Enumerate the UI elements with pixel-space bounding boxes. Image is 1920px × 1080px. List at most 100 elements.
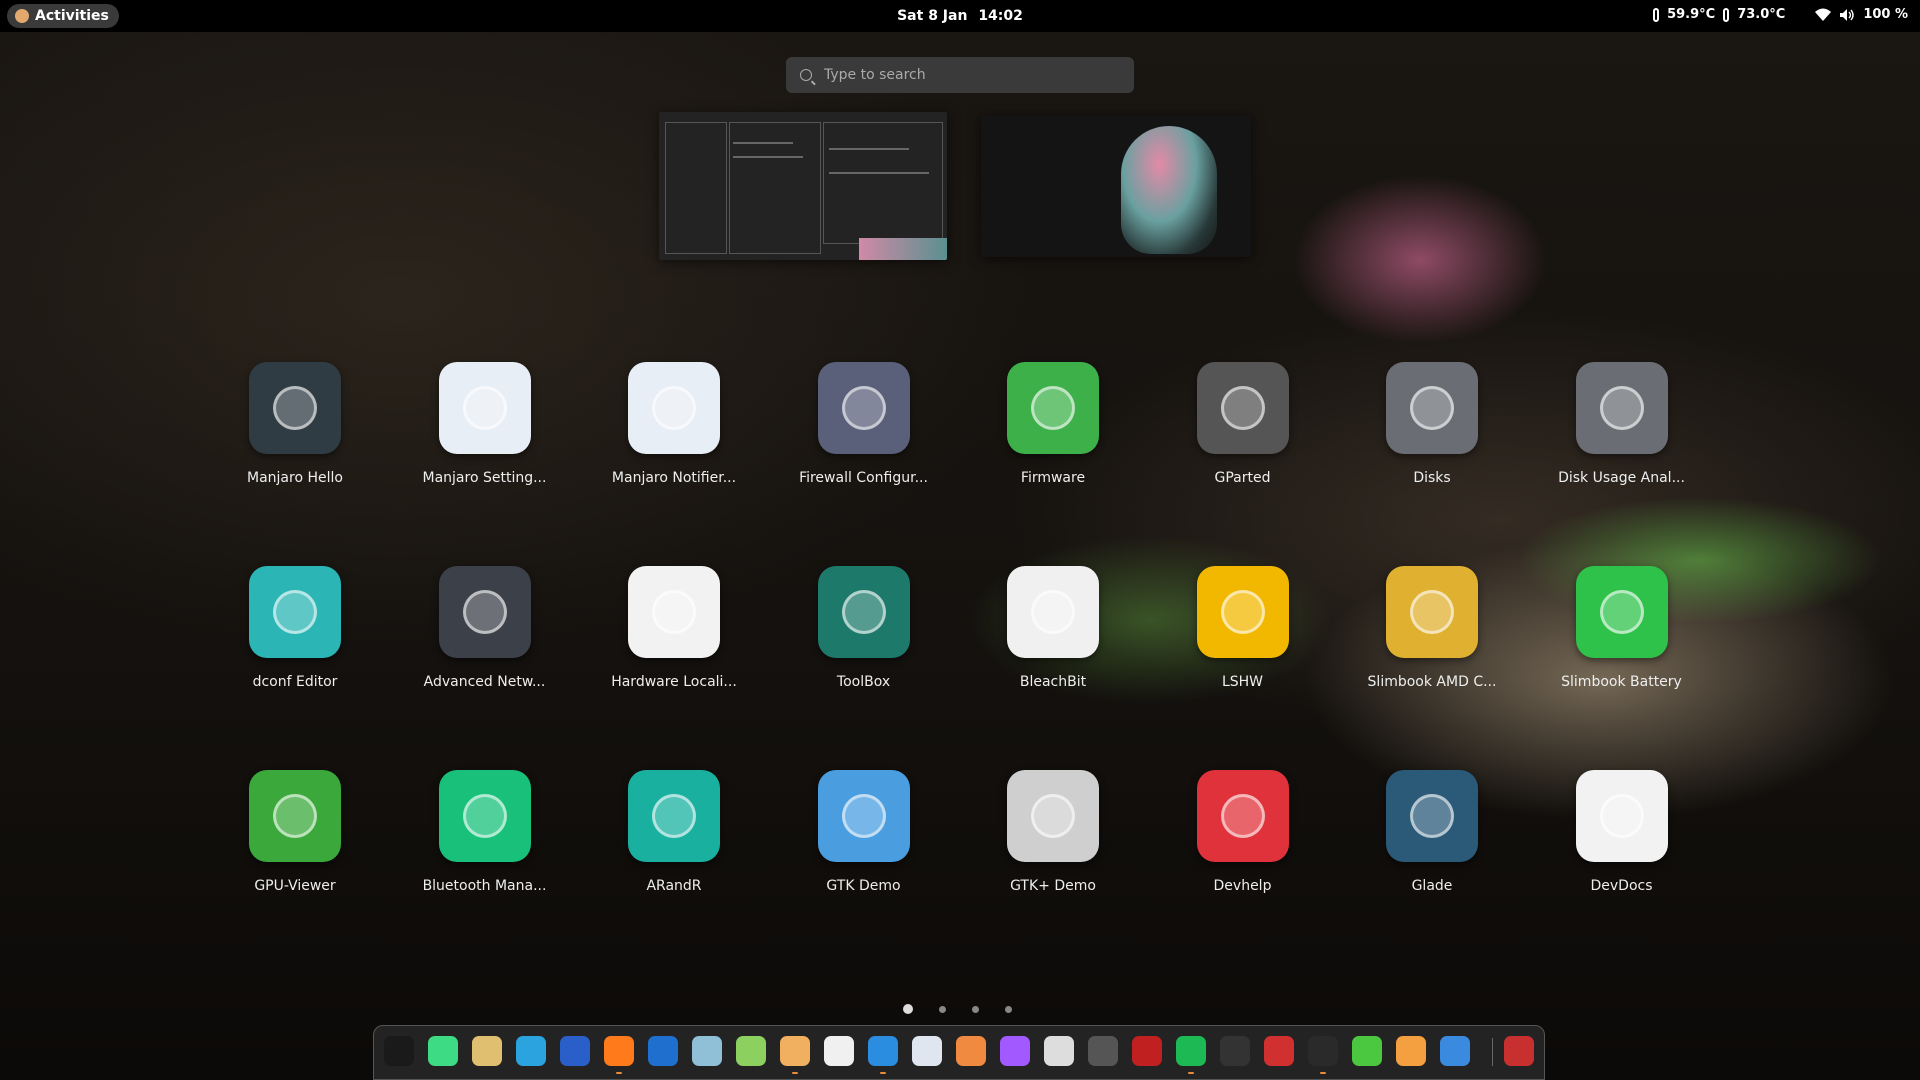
clock[interactable]: Sat 8 Jan 14:02 xyxy=(0,8,1920,24)
search-icon xyxy=(800,69,812,81)
recycle-icon xyxy=(1007,566,1099,658)
preferences-icon[interactable] xyxy=(1440,1036,1470,1066)
app-label: BleachBit xyxy=(1019,674,1087,690)
thermometer-icon xyxy=(1723,7,1730,22)
audio-icon[interactable] xyxy=(1264,1036,1294,1066)
app-tile[interactable]: Manjaro Hello xyxy=(200,362,390,486)
search-input[interactable] xyxy=(822,66,1116,84)
toolbox-icon xyxy=(817,566,910,658)
app-tile[interactable]: Slimbook AMD C... xyxy=(1337,566,1527,690)
app-label: GParted xyxy=(1214,470,1271,486)
color-picker-icon[interactable] xyxy=(824,1036,854,1066)
app-tile[interactable]: Devhelp xyxy=(1148,770,1338,894)
stethoscope-icon xyxy=(1196,566,1289,658)
bluetooth-icon xyxy=(438,770,531,862)
software-icon[interactable] xyxy=(1396,1036,1426,1066)
app-tile[interactable]: Firewall Configur... xyxy=(769,362,959,486)
manjaro-logo-icon xyxy=(249,362,341,454)
app-label: ARandR xyxy=(646,878,702,894)
glade-icon xyxy=(1386,770,1478,862)
gear-outline-icon xyxy=(1575,770,1668,862)
gpu-card-icon xyxy=(249,770,341,862)
mail-icon[interactable] xyxy=(560,1036,590,1066)
extensions-icon[interactable] xyxy=(1352,1036,1382,1066)
gtk-icon[interactable] xyxy=(692,1036,722,1066)
app-tile[interactable]: Manjaro Notifier... xyxy=(579,362,769,486)
app-label: Glade xyxy=(1411,878,1453,894)
gear-icon xyxy=(628,362,720,454)
app-tile[interactable]: Disk Usage Anal... xyxy=(1527,362,1717,486)
volume-icon xyxy=(1840,8,1855,21)
page-dot-1[interactable] xyxy=(903,1004,913,1014)
inkscape-icon[interactable] xyxy=(736,1036,766,1066)
app-launcher-icon[interactable] xyxy=(384,1036,414,1066)
bolt-icon xyxy=(1575,566,1668,658)
magnifier-icon xyxy=(249,566,341,658)
text-editor-icon[interactable] xyxy=(780,1036,810,1074)
app-tile[interactable]: dconf Editor xyxy=(200,566,390,690)
app-label: Slimbook AMD C... xyxy=(1367,674,1497,690)
github-icon[interactable] xyxy=(1088,1036,1118,1066)
firefox-icon[interactable] xyxy=(604,1036,634,1074)
app-tile[interactable]: Firmware xyxy=(958,362,1148,486)
app-label: Devhelp xyxy=(1213,878,1272,894)
app-tile[interactable]: Disks xyxy=(1337,362,1527,486)
app-tile[interactable]: GPU-Viewer xyxy=(200,770,390,894)
app-label: Firewall Configur... xyxy=(799,470,928,486)
trash-icon[interactable] xyxy=(1504,1036,1534,1066)
app-label: GPU-Viewer xyxy=(254,878,336,894)
android-studio-icon[interactable] xyxy=(428,1036,458,1066)
app-label: Disk Usage Anal... xyxy=(1558,470,1685,486)
app-tile[interactable]: Slimbook Battery xyxy=(1527,566,1717,690)
app-label: Manjaro Setting... xyxy=(422,470,547,486)
app-tile[interactable]: GParted xyxy=(1148,362,1338,486)
app-tile[interactable]: Manjaro Setting... xyxy=(390,362,580,486)
pie-disk-icon xyxy=(1196,362,1289,454)
telegram-icon[interactable] xyxy=(516,1036,546,1066)
screenshot-icon[interactable] xyxy=(1220,1036,1250,1066)
app-tile[interactable]: GTK+ Demo xyxy=(958,770,1148,894)
monitor-icon xyxy=(628,770,720,862)
app-label: Slimbook Battery xyxy=(1561,674,1682,690)
gtk-cube-icon xyxy=(817,770,910,862)
console-icon[interactable] xyxy=(1308,1036,1338,1074)
gimp-icon[interactable] xyxy=(956,1036,986,1066)
app-tile[interactable]: LSHW xyxy=(1148,566,1338,690)
harddisk-info-icon xyxy=(1575,362,1668,454)
app-tile[interactable]: Bluetooth Mana... xyxy=(390,770,580,894)
file-manager-icon[interactable] xyxy=(472,1036,502,1066)
app-label: Advanced Netw... xyxy=(423,674,546,690)
clock-date: Sat 8 Jan xyxy=(897,8,968,24)
window-thumbnail-image[interactable] xyxy=(981,116,1251,257)
app-tile[interactable]: BleachBit xyxy=(958,566,1148,690)
gear-outline-icon xyxy=(628,566,720,658)
app-label: Firmware xyxy=(1020,470,1086,486)
dock xyxy=(373,1025,1545,1080)
vscode-icon[interactable] xyxy=(648,1036,678,1066)
app-tile[interactable]: ToolBox xyxy=(769,566,959,690)
app-tile[interactable]: Glade xyxy=(1337,770,1527,894)
page-dot-3[interactable] xyxy=(972,1005,979,1013)
app-tile[interactable]: DevDocs xyxy=(1527,770,1717,894)
clock-time: 14:02 xyxy=(978,8,1023,24)
figma-icon[interactable] xyxy=(1000,1036,1030,1066)
app-tile[interactable]: Advanced Netw... xyxy=(390,566,580,690)
page-dot-2[interactable] xyxy=(939,1005,946,1013)
window-thumbnail-editor[interactable] xyxy=(659,112,947,260)
amd-icon xyxy=(1386,566,1478,658)
shield-star-icon xyxy=(817,362,910,454)
page-dot-4[interactable] xyxy=(1005,1005,1012,1013)
chip-board-icon xyxy=(1007,362,1099,454)
app-label: LSHW xyxy=(1221,674,1264,690)
terminal-window-icon[interactable] xyxy=(868,1036,898,1074)
app-tile[interactable]: ARandR xyxy=(579,770,769,894)
app-tile[interactable]: Hardware Locali... xyxy=(579,566,769,690)
settings-window-icon[interactable] xyxy=(912,1036,942,1066)
search-box[interactable] xyxy=(786,57,1134,93)
system-tray[interactable]: 59.9°C 73.0°C 100 % xyxy=(1653,7,1908,22)
spotify-icon[interactable] xyxy=(1176,1036,1206,1074)
app-label: Disks xyxy=(1413,470,1451,486)
app-tile[interactable]: GTK Demo xyxy=(769,770,959,894)
cat-icon[interactable] xyxy=(1044,1036,1074,1066)
grub-icon[interactable] xyxy=(1132,1036,1162,1066)
